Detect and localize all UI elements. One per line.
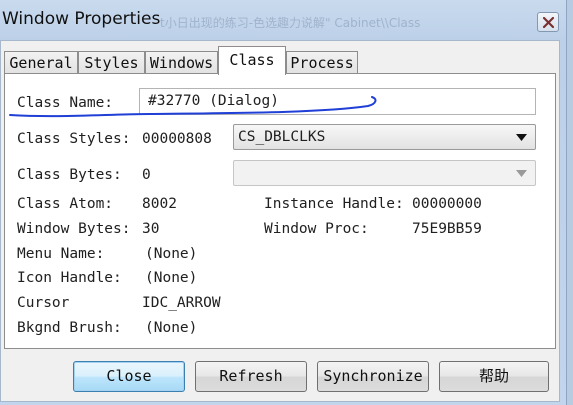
icon-handle-label: Icon Handle: — [17, 270, 122, 286]
class-bytes-value: 0 — [142, 167, 151, 183]
window-bytes-value: 30 — [142, 221, 160, 237]
tab-styles[interactable]: Styles — [78, 51, 145, 75]
tab-general[interactable]: General — [4, 51, 78, 75]
close-icon — [543, 17, 554, 28]
help-button[interactable]: 帮助 — [439, 361, 549, 392]
class-name-field[interactable]: #32770 (Dialog) — [139, 88, 536, 115]
close-window-button[interactable] — [537, 12, 559, 32]
bkgnd-brush-value: (None) — [145, 320, 198, 336]
class-bytes-dropdown — [233, 160, 536, 186]
tab-class[interactable]: Class — [218, 46, 286, 75]
menu-name-label: Menu Name: — [17, 246, 105, 262]
icon-handle-value: (None) — [145, 270, 198, 286]
dialog-client-area: General Styles Windows Class Process Cla… — [0, 40, 560, 402]
menu-name-value: (None) — [145, 246, 198, 262]
class-styles-value: 00000808 — [142, 131, 212, 147]
window-bytes-label: Window Bytes: — [17, 221, 131, 237]
chevron-down-icon — [516, 170, 527, 177]
class-atom-label: Class Atom: — [17, 196, 114, 212]
instance-handle-label: Instance Handle: — [264, 196, 404, 212]
window-title: Window Properties — [2, 9, 161, 29]
background-window-title: t小日出现的练习-色选趣力说解" Cabinet\\Class — [160, 16, 421, 30]
instance-handle-value: 00000000 — [412, 196, 482, 212]
class-styles-dropdown-value: CS_DBLCLKS — [238, 129, 326, 145]
class-name-label: Class Name: — [17, 95, 114, 111]
class-styles-dropdown[interactable]: CS_DBLCLKS — [233, 124, 536, 150]
cursor-value: IDC_ARROW — [142, 295, 221, 311]
close-button[interactable]: Close — [73, 361, 185, 392]
class-atom-value: 8002 — [142, 196, 177, 212]
chevron-down-icon — [516, 134, 527, 141]
class-bytes-label: Class Bytes: — [17, 167, 122, 183]
cursor-label: Cursor — [17, 295, 70, 311]
tab-process[interactable]: Process — [286, 51, 358, 75]
class-tab-panel: Class Name: #32770 (Dialog) Class Styles… — [4, 73, 556, 349]
window-proc-label: Window Proc: — [264, 221, 369, 237]
class-styles-label: Class Styles: — [17, 131, 131, 147]
window-proc-value: 75E9BB59 — [412, 221, 482, 237]
synchronize-button[interactable]: Synchronize — [317, 361, 429, 392]
bkgnd-brush-label: Bkgnd Brush: — [17, 320, 122, 336]
window-properties-dialog: Window Properties t小日出现的练习-色选趣力说解" Cabin… — [0, 0, 567, 405]
refresh-button[interactable]: Refresh — [195, 361, 307, 392]
tab-windows[interactable]: Windows — [145, 51, 218, 75]
